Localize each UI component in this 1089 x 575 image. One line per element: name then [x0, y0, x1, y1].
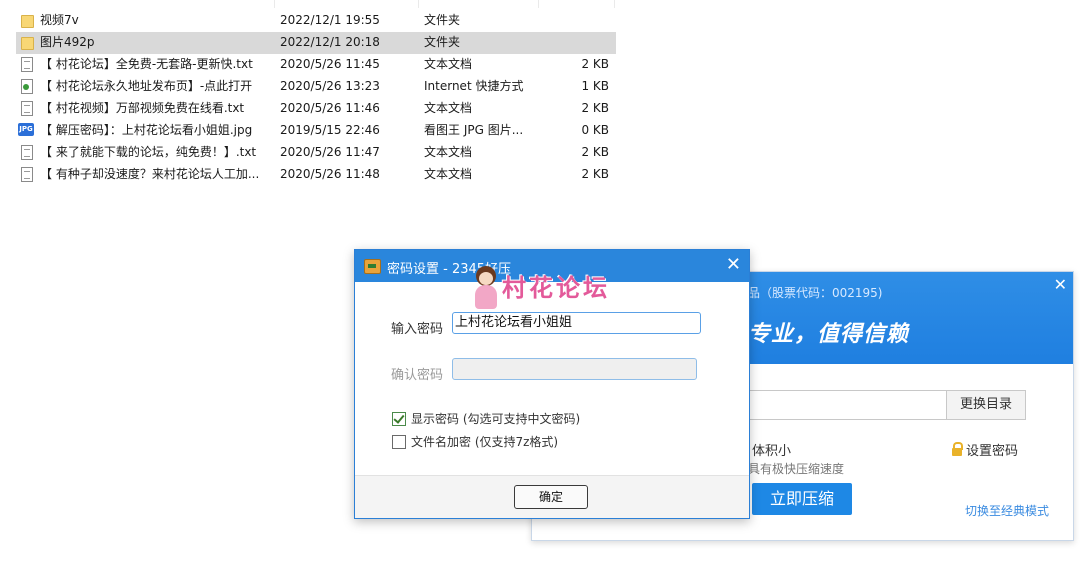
password-label: 输入密码 — [391, 322, 444, 337]
password-input[interactable]: 上村花论坛看小姐姐 — [452, 312, 701, 334]
file-name: 【 村花论坛】全免费-无套路-更新快.txt — [40, 57, 253, 71]
file-date: 2019/5/15 22:46 — [280, 123, 380, 137]
file-date: 2020/5/26 11:48 — [280, 167, 380, 181]
file-row[interactable]: 【 来了就能下载的论坛，纯免费！】.txt 2020/5/26 11:47 文本文档… — [16, 142, 616, 164]
file-row[interactable]: JPG 【 解压密码】：上村花论坛看小姐姐.jpg 2019/5/15 22:46 看… — [16, 120, 616, 142]
file-name: 视频7v — [40, 13, 79, 27]
file-name: 【 有种子却没速度？来村花论坛人工加... — [40, 167, 260, 181]
file-type: 文本文档 — [424, 101, 473, 115]
set-password-link[interactable]: 设置密码 — [952, 440, 1018, 459]
text-file-icon — [21, 167, 33, 182]
file-date: 2020/5/26 11:46 — [280, 101, 380, 115]
file-type: 看图王 JPG 图片... — [424, 123, 524, 137]
column-divider — [614, 0, 615, 8]
file-type: 文本文档 — [424, 167, 473, 181]
file-date: 2022/12/1 20:18 — [280, 35, 380, 49]
file-type: 文件夹 — [424, 13, 461, 27]
column-divider — [418, 0, 419, 8]
dialog-close-icon[interactable]: ✕ — [726, 254, 741, 276]
stock-code-text: 品（股票代码：002195) — [748, 286, 883, 300]
slogan: 专业，值得信赖 — [748, 322, 910, 347]
compress-now-button[interactable]: 立即压缩 — [752, 483, 852, 515]
change-directory-button[interactable]: 更换目录 — [946, 390, 1026, 420]
password-dialog: 密码设置 - 2345好压 ✕ 村花论坛 输入密码 上村花论坛看小姐姐 确认密码… — [354, 249, 750, 519]
app-logo-icon — [364, 259, 381, 274]
file-date: 2022/12/1 19:55 — [280, 13, 380, 27]
forum-watermark: 村花论坛 — [472, 266, 627, 312]
ok-button[interactable]: 确定 — [514, 485, 588, 509]
text-file-icon — [21, 145, 33, 160]
internet-shortcut-icon — [21, 79, 33, 94]
watermark-text: 村花论坛 — [502, 274, 610, 302]
set-password-label: 设置密码 — [966, 444, 1019, 459]
file-type: Internet 快捷方式 — [424, 79, 524, 93]
confirm-password-label: 确认密码 — [391, 368, 444, 383]
text-file-icon — [21, 57, 33, 72]
file-size: 2 KB — [581, 145, 609, 159]
classic-mode-link[interactable]: 切换至经典模式 — [965, 502, 1049, 519]
column-divider — [274, 0, 275, 8]
file-row[interactable]: 【 村花论坛永久地址发布页】-点此打开 2020/5/26 13:23 Intern… — [16, 76, 616, 98]
show-password-checkbox[interactable] — [392, 412, 406, 426]
file-list: 视频7v 2022/12/1 19:55 文件夹 图片492p 2022/12/1 20… — [16, 0, 616, 186]
file-type: 文本文档 — [424, 145, 473, 159]
file-name: 【 解压密码】：上村花论坛看小姐姐.jpg — [40, 123, 253, 137]
file-size: 0 KB — [581, 123, 609, 137]
encrypt-filenames-label: 文件名加密 (仅支持7z格式) — [411, 435, 559, 449]
file-date: 2020/5/26 11:47 — [280, 145, 380, 159]
file-name: 【 村花视频】万部视频免费在线看.txt — [40, 101, 245, 115]
file-row[interactable]: 【 有种子却没速度？来村花论坛人工加... 2020/5/26 11:48 文本文档… — [16, 164, 616, 186]
file-date: 2020/5/26 13:23 — [280, 79, 380, 93]
volume-description: 具有极快压缩速度 — [748, 462, 845, 476]
file-size: 2 KB — [581, 57, 609, 71]
file-name: 图片492p — [40, 35, 95, 49]
jpg-file-icon: JPG — [18, 123, 34, 136]
file-row[interactable]: 图片492p 2022/12/1 20:18 文件夹 — [16, 32, 616, 54]
file-date: 2020/5/26 11:45 — [280, 57, 380, 71]
file-row[interactable]: 视频7v 2022/12/1 19:55 文件夹 — [16, 10, 616, 32]
output-path-input[interactable] — [748, 390, 947, 420]
show-password-label: 显示密码 (勾选可支持中文密码) — [411, 412, 581, 426]
volume-label: 体积小 — [752, 444, 792, 459]
lock-icon — [952, 442, 963, 456]
file-size: 1 KB — [581, 79, 609, 93]
file-type: 文件夹 — [424, 35, 461, 49]
file-size: 2 KB — [581, 167, 609, 181]
dialog-footer: 确定 — [355, 475, 749, 518]
file-name: 【 村花论坛永久地址发布页】-点此打开 — [40, 79, 253, 93]
cartoon-girl-icon — [472, 266, 500, 312]
file-type: 文本文档 — [424, 57, 473, 71]
folder-icon — [21, 37, 34, 50]
text-file-icon — [21, 101, 33, 116]
column-divider — [538, 0, 539, 8]
file-row[interactable]: 【 村花视频】万部视频免费在线看.txt 2020/5/26 11:46 文本文档 2… — [16, 98, 616, 120]
file-size: 2 KB — [581, 101, 609, 115]
encrypt-filenames-checkbox[interactable] — [392, 435, 406, 449]
file-row[interactable]: 【 村花论坛】全免费-无套路-更新快.txt 2020/5/26 11:45 文本文… — [16, 54, 616, 76]
confirm-password-input[interactable] — [452, 358, 697, 380]
file-name: 【 来了就能下载的论坛，纯免费！】.txt — [40, 145, 257, 159]
folder-icon — [21, 15, 34, 28]
compressor-close-icon[interactable]: ✕ — [1054, 275, 1067, 294]
